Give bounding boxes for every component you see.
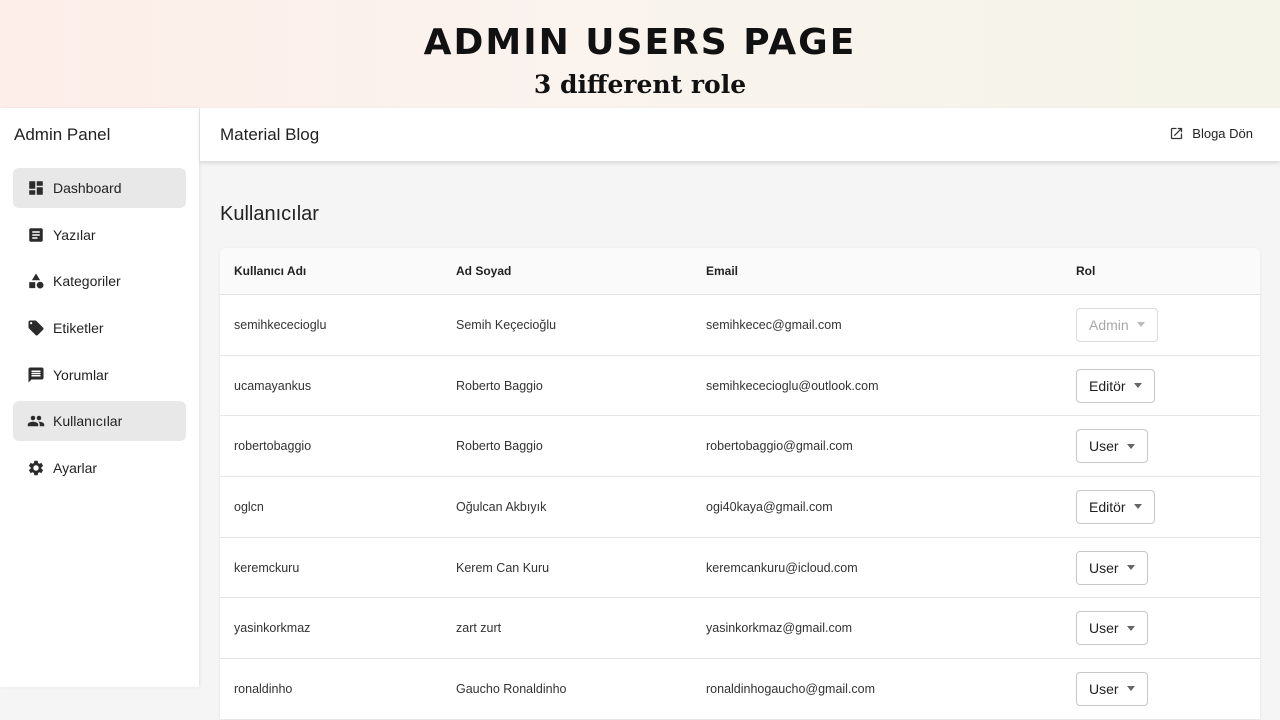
table-row: robertobaggio Roberto Baggio robertobagg… [220,416,1260,478]
username-cell: robertobaggio [234,439,312,454]
table-row: semihkececioglu Semih Keçecioğlu semihke… [220,295,1260,356]
name-cell: Kerem Can Kuru [456,560,550,575]
open-in-new-icon [1171,127,1183,140]
sidebar-item-label: Dashboard [53,180,122,196]
back-to-blog-label: Bloga Dön [1192,126,1253,141]
sidebar-item-label: Kategoriler [53,273,121,290]
role-select[interactable]: Editör [1076,489,1155,524]
top-app-bar: Material Blog Bloga Dön [200,108,1280,161]
username-cell: ronaldinho [234,681,293,696]
username-cell: yasinkorkmaz [234,621,311,636]
comment-icon [27,366,45,384]
sidebar-item-yorumlar[interactable]: Yorumlar [13,355,186,395]
column-header-name: Ad Soyad [456,264,512,278]
name-cell: Semih Keçecioğlu [456,317,557,332]
title-banner: ADMIN USERS PAGE 3 different role [0,0,1280,108]
chevron-down-icon [1133,383,1142,389]
username-cell: semihkececioglu [234,317,327,332]
sidebar-item-kategoriler[interactable]: Kategoriler [13,261,186,301]
sidebar-item-label: Etiketler [53,320,104,337]
sidebar-item-dashboard[interactable]: Dashboard [13,168,186,208]
email-cell: keremcankuru@icloud.com [706,560,858,575]
category-icon [27,272,45,290]
sidebar-item-label: Yorumlar [53,366,109,383]
name-cell: Oğulcan Akbıyık [456,499,547,514]
role-value: User [1089,680,1119,697]
role-select[interactable]: User [1076,550,1148,585]
sidebar: Admin Panel Dashboard Yazılar Kategorile… [0,108,199,687]
people-icon [27,412,45,430]
sidebar-item-etiketler[interactable]: Etiketler [13,308,186,348]
role-value: User [1089,620,1119,637]
banner-subtitle: 3 different role [533,70,747,99]
email-cell: semihkececioglu@outlook.com [706,378,879,393]
role-value: Editör [1089,498,1126,515]
table-row: yasinkorkmaz zart zurt yasinkorkmaz@gmai… [220,598,1260,660]
name-cell: Roberto Baggio [456,439,543,454]
role-value: User [1089,559,1119,576]
chevron-down-icon [1126,625,1135,631]
name-cell: Roberto Baggio [456,378,543,393]
sidebar-item-ayarlar[interactable]: Ayarlar [13,448,186,488]
column-header-role: Rol [1076,264,1096,278]
column-header-username: Kullanıcı Adı [234,264,307,278]
role-value: User [1089,438,1119,455]
username-cell: keremckuru [234,560,300,575]
sidebar-title: Admin Panel [14,125,111,144]
sidebar-nav: Dashboard Yazılar Kategoriler Etiketler … [13,168,186,495]
email-cell: semihkecec@gmail.com [706,317,842,332]
username-cell: oglcn [234,499,264,514]
sidebar-item-label: Ayarlar [53,460,98,477]
page-title: Kullanıcılar [220,203,319,225]
role-value: Admin [1089,316,1129,333]
username-cell: ucamayankus [234,378,312,393]
app-title: Material Blog [220,125,320,144]
table-row: ucamayankus Roberto Baggio semihkececiog… [220,356,1260,417]
email-cell: yasinkorkmaz@gmail.com [706,621,853,636]
role-select[interactable]: Editör [1076,368,1155,403]
role-select[interactable]: User [1076,429,1148,464]
sidebar-item-label: Yazılar [53,226,96,243]
name-cell: zart zurt [456,621,502,636]
role-value: Editör [1089,377,1126,394]
sidebar-item-kullanicilar[interactable]: Kullanıcılar [13,401,186,442]
name-cell: Gaucho Ronaldinho [456,681,567,696]
chevron-down-icon [1126,686,1135,692]
table-row: oglcn Oğulcan Akbıyık ogi40kaya@gmail.co… [220,477,1260,538]
column-header-email: Email [706,264,739,278]
sidebar-item-yazilar[interactable]: Yazılar [13,215,186,255]
tag-icon [27,319,45,337]
email-cell: robertobaggio@gmail.com [706,439,853,454]
dashboard-icon [27,179,45,197]
back-to-blog-button[interactable]: Bloga Dön [1169,126,1253,141]
gear-icon [27,459,45,477]
email-cell: ogi40kaya@gmail.com [706,499,833,514]
chevron-down-icon [1133,504,1142,510]
role-select[interactable]: User [1076,611,1148,646]
chevron-down-icon [1126,565,1135,571]
article-icon [27,226,45,244]
chevron-down-icon [1136,322,1145,328]
table-row: ronaldinho Gaucho Ronaldinho ronaldinhog… [220,659,1260,720]
email-cell: ronaldinhogaucho@gmail.com [706,681,876,696]
table-header: Kullanıcı Adı Ad Soyad Email Rol [220,248,1260,295]
role-select[interactable]: User [1076,671,1148,706]
table-row: keremckuru Kerem Can Kuru keremcankuru@i… [220,538,1260,599]
sidebar-item-label: Kullanıcılar [53,413,123,430]
banner-title: ADMIN USERS PAGE [423,22,857,63]
chevron-down-icon [1126,443,1135,449]
users-table: Kullanıcı Adı Ad Soyad Email Rol semihke… [220,248,1260,720]
role-select: Admin [1076,307,1158,342]
